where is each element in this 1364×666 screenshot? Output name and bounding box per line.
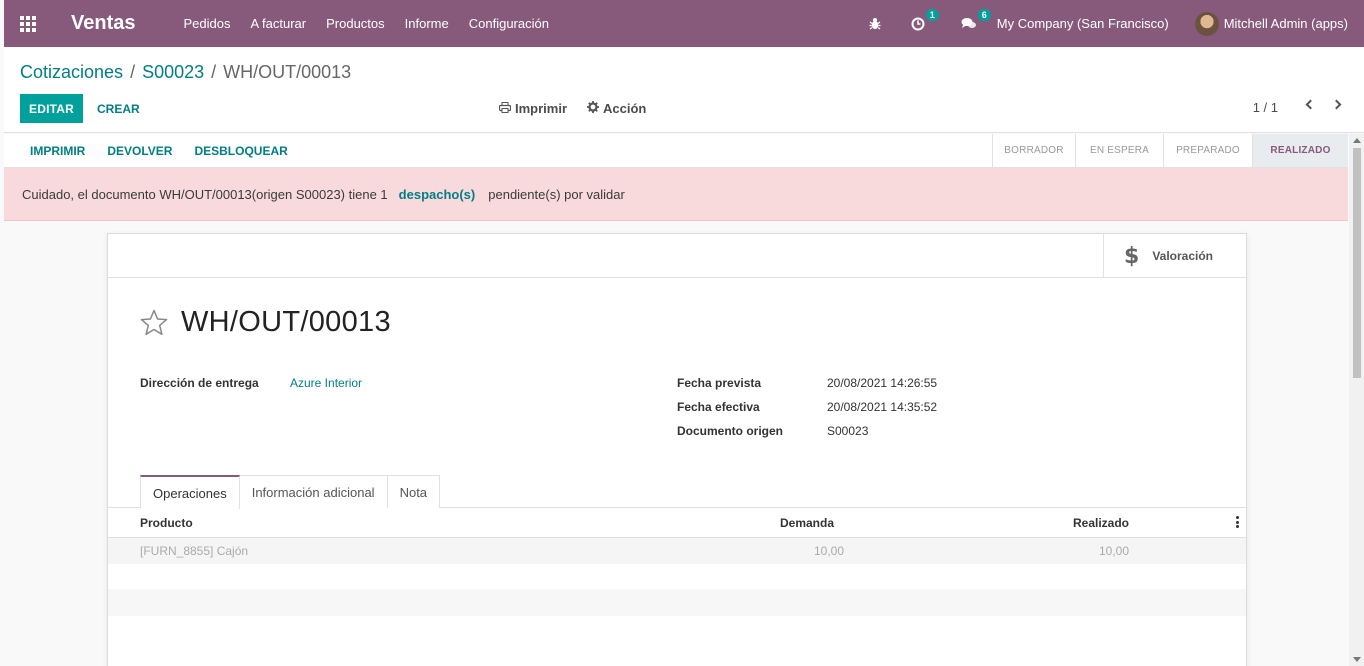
pager-previous-button[interactable] <box>1304 98 1316 112</box>
effective-date-label: Fecha efectiva <box>677 400 760 414</box>
row-product: [FURN_8855] Cajón <box>140 544 249 558</box>
activity-badge: 1 <box>925 8 939 21</box>
notebook-tabs: Operaciones Información adicional Nota <box>140 475 441 509</box>
state-en-espera: EN ESPERA <box>1075 134 1163 167</box>
action-dropdown[interactable]: Acción <box>587 101 646 116</box>
print-dropdown[interactable]: Imprimir <box>498 101 568 116</box>
menu-item-productos[interactable]: Productos <box>316 16 395 31</box>
print-label: Imprimir <box>515 101 568 116</box>
create-button[interactable]: CREAR <box>86 94 151 123</box>
breadcrumb: Cotizaciones / S00023 / WH/OUT/00013 <box>20 62 351 83</box>
source-document-value: S00023 <box>827 424 869 438</box>
row-done: 10,00 <box>1099 544 1130 558</box>
scroll-up-arrow-icon[interactable] <box>1353 138 1361 143</box>
user-name: Mitchell Admin (apps) <box>1223 16 1348 31</box>
form-sheet: $ Valoración WH/OUT/00013 Dirección de e… <box>107 233 1247 666</box>
state-preparado: PREPARADO <box>1163 134 1252 167</box>
chevron-left-icon <box>1305 99 1316 110</box>
star-favorite-icon[interactable] <box>139 308 169 338</box>
devolver-button[interactable]: DEVOLVER <box>96 144 183 158</box>
control-panel: Cotizaciones / S00023 / WH/OUT/00013 EDI… <box>4 47 1364 133</box>
scroll-thumb[interactable] <box>1353 148 1361 378</box>
optional-columns-kebab-icon[interactable] <box>1236 516 1240 530</box>
print-icon <box>498 101 512 116</box>
scheduled-date-value: 20/08/2021 14:26:55 <box>827 376 938 390</box>
breadcrumb-current: WH/OUT/00013 <box>223 62 352 82</box>
breadcrumb-separator: / <box>211 62 217 82</box>
breadcrumb-s00023[interactable]: S00023 <box>142 62 204 83</box>
chevron-right-icon <box>1331 99 1342 110</box>
gear-icon <box>587 101 600 116</box>
menu-item-informe[interactable]: Informe <box>395 16 459 31</box>
apps-menu-icon[interactable] <box>4 0 52 47</box>
main-menu: Pedidos A facturar Productos Informe Con… <box>173 16 558 31</box>
table-empty-row <box>108 564 1246 589</box>
company-switcher[interactable]: My Company (San Francisco) <box>997 16 1169 31</box>
tab-operaciones[interactable]: Operaciones <box>140 475 240 509</box>
column-demand[interactable]: Demanda <box>780 516 834 530</box>
table-row[interactable]: [FURN_8855] Cajón 10,00 10,00 <box>108 538 1246 564</box>
pager-next-button[interactable] <box>1331 98 1344 112</box>
tab-informacion-adicional[interactable]: Información adicional <box>238 475 388 508</box>
alert-dispatch-link[interactable]: despacho(s) <box>399 187 476 202</box>
activity-clock-icon[interactable]: 1 <box>900 8 939 31</box>
status-pipeline: BORRADOR EN ESPERA PREPARADO REALIZADO <box>992 134 1348 167</box>
state-borrador: BORRADOR <box>992 134 1075 167</box>
messages-chat-icon[interactable]: 6 <box>950 9 991 30</box>
page-scrollbar[interactable] <box>1349 134 1364 666</box>
state-realizado: REALIZADO <box>1252 134 1348 167</box>
warning-alert: Cuidado, el documento WH/OUT/00013(orige… <box>4 168 1348 221</box>
table-empty-row <box>108 589 1246 616</box>
desbloquear-button[interactable]: DESBLOQUEAR <box>183 144 298 158</box>
pager-value[interactable]: 1 / 1 <box>1253 100 1278 115</box>
tab-nota[interactable]: Nota <box>386 475 441 508</box>
avatar <box>1194 11 1219 36</box>
breadcrumb-separator: / <box>130 62 136 82</box>
dollar-icon: $ <box>1124 243 1140 269</box>
button-box: $ Valoración <box>108 234 1246 278</box>
top-navbar: Ventas Pedidos A facturar Productos Info… <box>4 0 1364 47</box>
delivery-address-label: Dirección de entrega <box>140 376 259 390</box>
menu-item-pedidos[interactable]: Pedidos <box>173 16 240 31</box>
source-document-label: Documento origen <box>677 424 784 438</box>
app-name[interactable]: Ventas <box>71 12 135 35</box>
effective-date-value: 20/08/2021 14:35:52 <box>827 400 938 414</box>
edit-button[interactable]: EDITAR <box>20 94 83 123</box>
scheduled-date-label: Fecha prevista <box>677 376 762 390</box>
menu-item-configuracion[interactable]: Configuración <box>459 16 559 31</box>
imprimir-button[interactable]: IMPRIMIR <box>19 144 96 158</box>
action-label: Acción <box>603 101 647 116</box>
row-demand: 10,00 <box>814 544 845 558</box>
alert-text: Cuidado, el documento WH/OUT/00013(orige… <box>22 186 388 202</box>
scroll-down-arrow-icon[interactable] <box>1353 657 1361 662</box>
column-product[interactable]: Producto <box>140 516 193 530</box>
breadcrumb-cotizaciones[interactable]: Cotizaciones <box>20 62 123 83</box>
valuation-label: Valoración <box>1152 249 1214 263</box>
messages-badge: 6 <box>977 9 991 21</box>
delivery-address-value[interactable]: Azure Interior <box>290 376 362 390</box>
menu-item-a-facturar[interactable]: A facturar <box>240 16 316 31</box>
column-done[interactable]: Realizado <box>1073 516 1129 530</box>
form-statusbar: IMPRIMIR DEVOLVER DESBLOQUEAR BORRADOR E… <box>4 134 1348 168</box>
table-header: Producto Demanda Realizado <box>108 508 1246 538</box>
bug-icon[interactable] <box>858 17 892 30</box>
user-menu[interactable]: Mitchell Admin (apps) <box>1194 11 1348 36</box>
alert-text-after: pendiente(s) por validar <box>488 186 625 202</box>
valuation-smart-button[interactable]: $ Valoración <box>1103 234 1246 278</box>
record-title: WH/OUT/00013 <box>181 306 391 338</box>
